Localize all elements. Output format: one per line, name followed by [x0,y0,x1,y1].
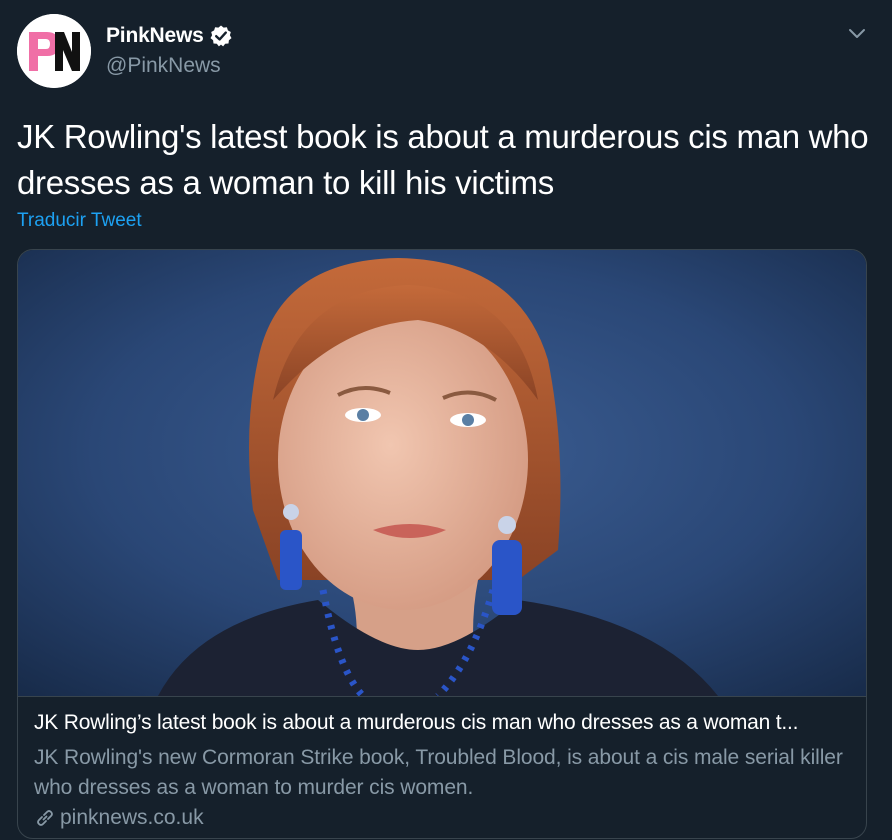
link-icon [37,810,53,826]
card-title[interactable]: JK Rowling’s latest book is about a murd… [34,711,858,735]
card-domain-text[interactable]: pinknews.co.uk [60,806,204,830]
tweet-text: JK Rowling's latest book is about a murd… [17,118,869,201]
card-image[interactable] [18,250,867,696]
translate-tweet-link[interactable]: Traducir Tweet [17,210,142,232]
pinknews-logo [17,14,91,88]
card-domain[interactable]: pinknews.co.uk [34,806,204,830]
verified-badge-icon [209,24,233,48]
card-description[interactable]: JK Rowling's new Cormoran Strike book, T… [34,743,854,803]
tweet: PinkNews @PinkNews JK Rowling's latest b… [0,0,892,840]
handle[interactable]: @PinkNews [106,54,221,78]
display-name[interactable]: PinkNews [106,24,204,48]
author-name-row[interactable]: PinkNews [106,23,233,49]
avatar[interactable] [17,14,91,88]
card-divider [18,696,866,697]
link-card[interactable]: JK Rowling’s latest book is about a murd… [17,249,867,839]
chevron-down-icon[interactable] [846,24,868,42]
